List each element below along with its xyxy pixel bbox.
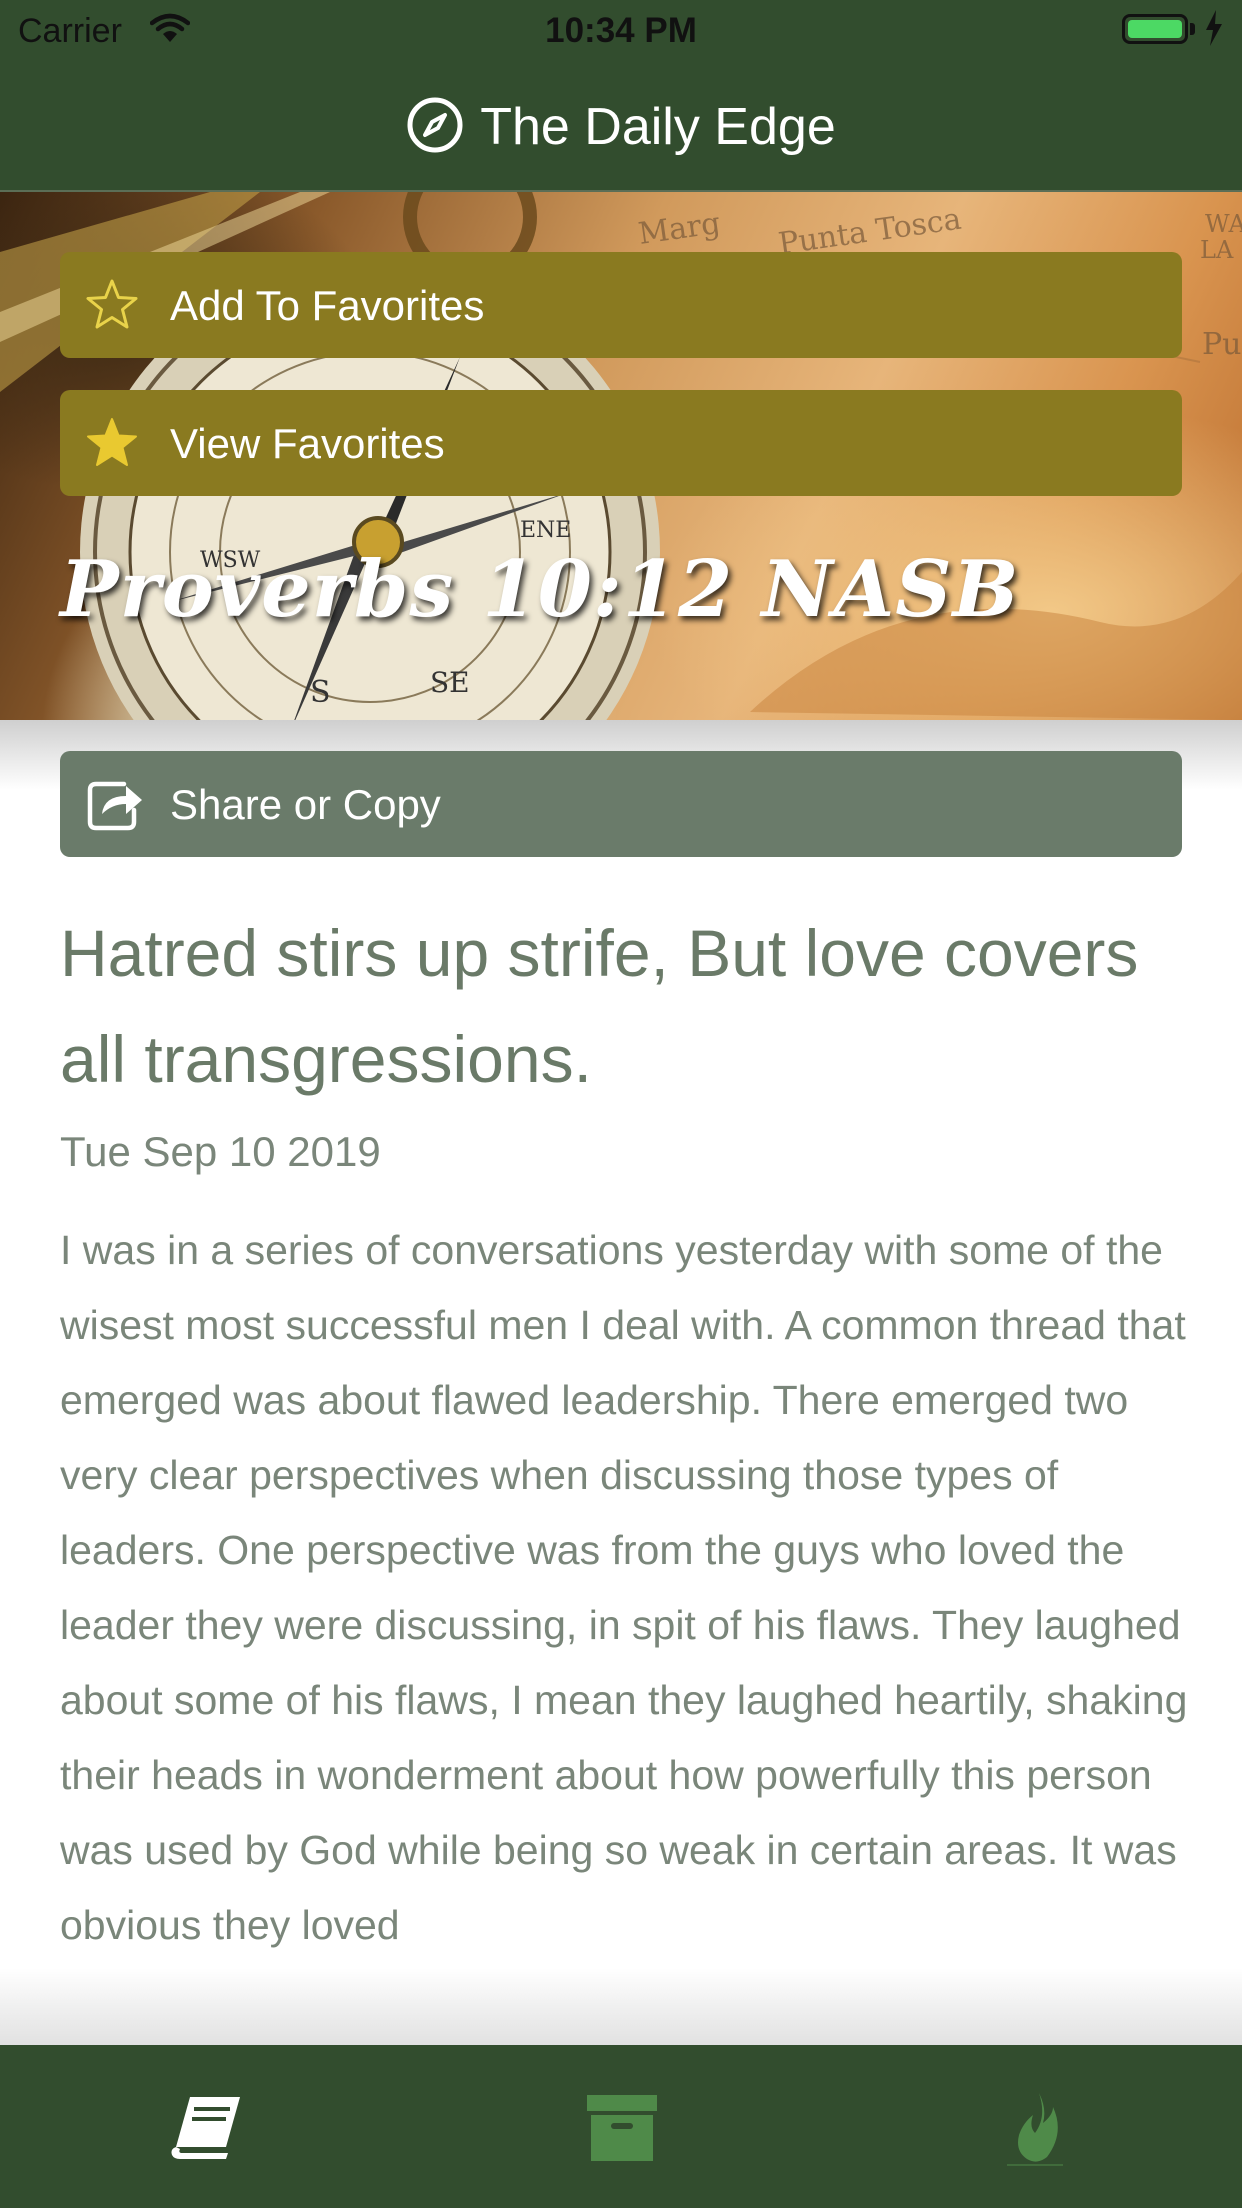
- archive-icon: [587, 2095, 657, 2161]
- share-or-copy-label: Share or Copy: [170, 781, 441, 828]
- svg-text:Marg: Marg: [636, 206, 722, 252]
- svg-text:Pu: Pu: [1202, 327, 1242, 362]
- verse-reference: Proverbs 10:12 NASB: [60, 544, 1020, 635]
- verse-text: Hatred stirs up strife, But love covers …: [60, 916, 1139, 1096]
- navigation-bar: The Daily Edge: [0, 60, 1242, 192]
- compass-icon: [407, 97, 463, 153]
- svg-text:S: S: [310, 675, 331, 710]
- star-filled-icon: [84, 415, 140, 481]
- hero-banner: ENE WSW S SE Marg Punta Tosca WA LA Pu A…: [0, 192, 1242, 720]
- tab-bar: [0, 2045, 1242, 2208]
- charging-icon: [1204, 10, 1224, 51]
- view-favorites-button[interactable]: View Favorites: [60, 390, 1182, 496]
- share-icon: [84, 776, 144, 842]
- flame-icon: [1007, 2093, 1063, 2166]
- svg-text:WA: WA: [1205, 210, 1242, 238]
- tab-devotional[interactable]: [168, 2093, 244, 2168]
- book-icon: [171, 2097, 240, 2159]
- add-to-favorites-label: Add To Favorites: [170, 282, 485, 329]
- status-bar: Carrier 10:34 PM: [0, 0, 1242, 60]
- share-or-copy-button[interactable]: Share or Copy: [60, 751, 1182, 857]
- svg-text:ENE: ENE: [520, 518, 571, 543]
- battery-icon: [1122, 14, 1188, 44]
- tab-archive[interactable]: [585, 2093, 659, 2168]
- nav-title-group: The Daily Edge: [0, 96, 1242, 157]
- svg-text:LA: LA: [1200, 236, 1234, 264]
- scroll-fade: [0, 1968, 1242, 2048]
- devotional-body: I was in a series of conversations yeste…: [60, 1227, 1188, 1948]
- star-outline-icon: [84, 277, 140, 343]
- tab-flame[interactable]: [1003, 2093, 1067, 2172]
- battery-cap: [1190, 23, 1195, 35]
- devotional-date: Tue Sep 10 2019: [60, 1128, 381, 1175]
- status-time: 10:34 PM: [545, 11, 697, 50]
- add-to-favorites-button[interactable]: Add To Favorites: [60, 252, 1182, 358]
- svg-text:SE: SE: [430, 666, 470, 699]
- view-favorites-label: View Favorites: [170, 420, 445, 467]
- app-title: The Daily Edge: [480, 98, 836, 156]
